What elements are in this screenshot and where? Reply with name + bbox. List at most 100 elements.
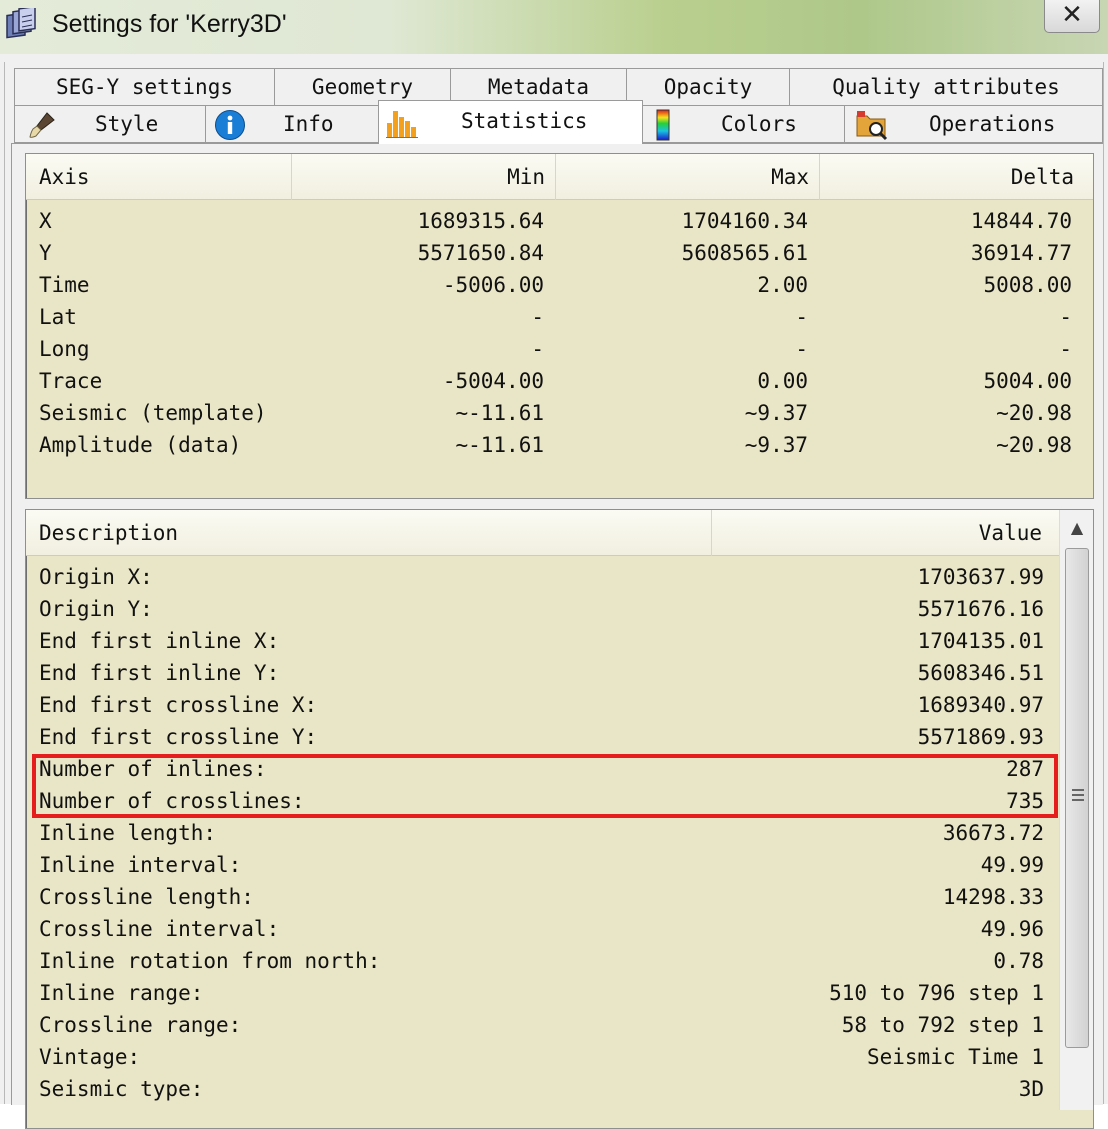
tab-style[interactable]: Style [14,105,206,143]
axis-cell: Time [39,273,90,297]
description-cell: Vintage: [39,1045,141,1069]
window-title: Settings for 'Kerry3D' [52,10,287,38]
min-cell: -5004.00 [442,369,544,393]
min-cell: - [531,337,544,361]
tab-label: Opacity [663,75,753,99]
column-header-min[interactable]: Min [292,154,556,200]
close-icon: ✕ [1061,0,1083,30]
delta-cell: 5008.00 [983,273,1072,297]
tab-label: Statistics [461,109,588,133]
value-cell: 5608346.51 [917,661,1044,685]
min-cell: - [531,305,544,329]
min-cell: 1689315.64 [417,209,544,233]
delta-cell: ~20.98 [996,433,1072,457]
value-cell: 49.99 [980,853,1044,877]
max-cell: - [795,337,808,361]
tab-statistics[interactable]: Statistics [378,100,643,144]
description-cell: Seismic type: [39,1077,204,1101]
description-table[interactable]: Description Value Origin X: 1703637.99 O… [25,509,1094,1129]
column-header-max[interactable]: Max [556,154,820,200]
tab-segy-settings[interactable]: SEG-Y settings [14,68,275,106]
max-cell: - [795,305,808,329]
info-icon [215,110,245,140]
scrollbar-thumb[interactable] [1065,548,1089,1048]
value-cell: Seismic Time 1 [866,1045,1044,1069]
axis-cell: Lat [39,305,77,329]
delta-cell: - [1059,305,1072,329]
min-cell: 5571650.84 [417,241,544,265]
column-header-value[interactable]: Value [712,510,1058,556]
grip-icon [1072,789,1084,803]
brush-icon [29,112,55,138]
description-cell: Inline interval: [39,853,242,877]
min-cell: ~-11.61 [455,433,544,457]
axis-cell: Y [39,241,52,265]
column-header-description[interactable]: Description [26,510,712,556]
value-cell: 14298.33 [942,885,1044,909]
tab-label: Operations [929,112,1056,136]
axis-cell: Long [39,337,90,361]
max-cell: ~9.37 [744,401,808,425]
description-cell: Number of inlines: [39,757,267,781]
description-cell: Crossline range: [39,1013,242,1037]
description-cell: Origin Y: [39,597,153,621]
tab-label: SEG-Y settings [55,75,233,99]
tab-label: Geometry [311,75,414,99]
settings-window: SEG-Y settings Geometry Metadata Opacity… [0,54,1108,1129]
max-cell: 1704160.34 [681,209,808,233]
scroll-up-button[interactable]: ▲ [1060,510,1093,546]
column-header-axis[interactable]: Axis [26,154,292,200]
tab-quality-attributes[interactable]: Quality attributes [789,68,1103,106]
description-cell: End first inline X: [39,629,280,653]
axis-cell: Trace [39,369,103,393]
tab-operations[interactable]: Operations [844,105,1103,143]
description-cell: Inline length: [39,821,217,845]
axis-cell: Seismic (template) [39,401,267,425]
description-cell: End first inline Y: [39,661,280,685]
tab-label: Metadata [487,75,590,99]
delta-cell: 5004.00 [983,369,1072,393]
value-cell: 49.96 [980,917,1044,941]
title-bar[interactable]: Settings for 'Kerry3D' ✕ [0,0,1108,55]
description-cell: Origin X: [39,565,153,589]
value-cell: 3D [1018,1077,1044,1101]
value-cell: 1704135.01 [917,629,1044,653]
axis-stats-table[interactable]: Axis Min Max Delta X 1689315.64 1704160.… [25,153,1094,499]
description-cell: Crossline interval: [39,917,280,941]
min-cell: ~-11.61 [455,401,544,425]
chevron-up-icon: ▲ [1070,518,1084,537]
value-cell: 36673.72 [942,821,1044,845]
axis-cell: Amplitude (data) [39,433,242,457]
vertical-scrollbar[interactable]: ▲ [1059,510,1093,1110]
value-cell: 287 [1006,757,1044,781]
value-cell: 1689340.97 [917,693,1044,717]
description-cell: Inline rotation from north: [39,949,381,973]
tab-info[interactable]: Info [205,105,379,143]
value-cell: 58 to 792 step 1 [841,1013,1044,1037]
delta-cell: ~20.98 [996,401,1072,425]
delta-cell: 14844.70 [970,209,1072,233]
delta-cell: - [1059,337,1072,361]
max-cell: 5608565.61 [681,241,808,265]
tab-opacity[interactable]: Opacity [626,68,790,106]
max-cell: ~9.37 [744,433,808,457]
description-cell: End first crossline X: [39,693,318,717]
folder-search-icon [856,111,888,141]
max-cell: 2.00 [757,273,808,297]
app-icon [6,8,36,39]
description-cell: Inline range: [39,981,204,1005]
value-cell: 510 to 796 step 1 [829,981,1044,1005]
table-header: Description Value [26,510,1059,556]
description-cell: End first crossline Y: [39,725,318,749]
description-cell: Number of crosslines: [39,789,305,813]
value-cell: 0.78 [993,949,1044,973]
axis-cell: X [39,209,52,233]
value-cell: 1703637.99 [917,565,1044,589]
min-cell: -5006.00 [442,273,544,297]
max-cell: 0.00 [757,369,808,393]
description-cell: Crossline length: [39,885,254,909]
value-cell: 735 [1006,789,1044,813]
value-cell: 5571676.16 [917,597,1044,621]
close-button[interactable]: ✕ [1044,0,1100,33]
column-header-delta[interactable]: Delta [820,154,1084,200]
